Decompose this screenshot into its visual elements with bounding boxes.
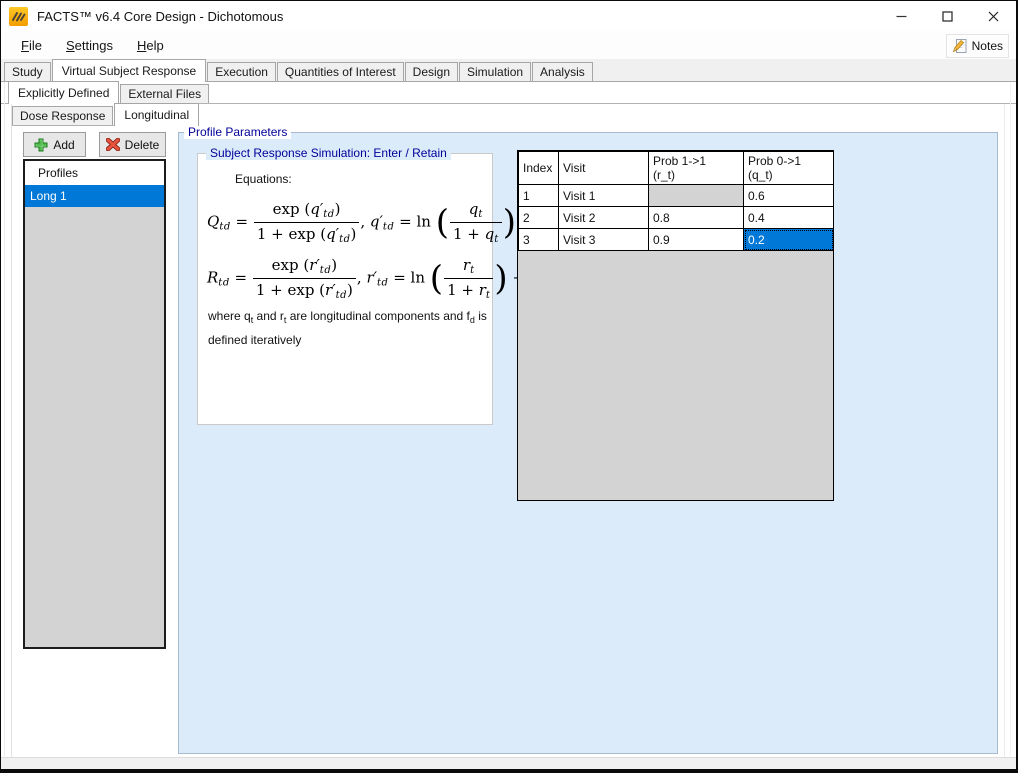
- vsr-tab-strip: Explicitly Defined External Files: [1, 82, 1016, 104]
- close-button[interactable]: [970, 1, 1016, 31]
- tab-external-files[interactable]: External Files: [120, 84, 209, 103]
- col-header-prob-1-1: Prob 1->1(r_t): [649, 152, 744, 185]
- delete-button-label: Delete: [125, 138, 160, 152]
- profiles-list-header: Profiles: [25, 161, 164, 185]
- profiles-listbox: Profiles Long 1: [23, 159, 166, 649]
- notes-icon: [952, 38, 968, 54]
- cell-index-1[interactable]: 1: [519, 185, 559, 207]
- cell-prob-r-2[interactable]: 0.8: [649, 207, 744, 229]
- cell-prob-q-3-selected[interactable]: 0.2: [744, 229, 834, 251]
- tab-virtual-subject-response[interactable]: Virtual Subject Response: [52, 59, 207, 82]
- cell-visit-2[interactable]: Visit 2: [559, 207, 649, 229]
- equations-heading: Equations:: [235, 172, 292, 186]
- simulation-box-label: Subject Response Simulation: Enter / Ret…: [206, 146, 451, 160]
- notes-button[interactable]: Notes: [946, 34, 1009, 58]
- grid-row-3: 3 Visit 3 0.9 0.2: [519, 229, 834, 251]
- cell-index-2[interactable]: 2: [519, 207, 559, 229]
- grid-row-1: 1 Visit 1 0.6: [519, 185, 834, 207]
- col-header-index: Index: [519, 152, 559, 185]
- cell-prob-q-1[interactable]: 0.6: [744, 185, 834, 207]
- tab-quantities-of-interest[interactable]: Quantities of Interest: [277, 62, 404, 81]
- page-border-right-outer: [1010, 82, 1011, 758]
- menu-bar: File Settings Help Notes: [1, 31, 1016, 59]
- tab-explicitly-defined[interactable]: Explicitly Defined: [8, 81, 119, 104]
- cell-prob-r-3[interactable]: 0.9: [649, 229, 744, 251]
- col-header-prob-0-1: Prob 0->1(q_t): [744, 152, 834, 185]
- window-title: FACTS™ v6.4 Core Design - Dichotomous: [37, 9, 283, 24]
- app-logo-icon: [9, 7, 28, 26]
- tab-simulation[interactable]: Simulation: [459, 62, 531, 81]
- title-bar: FACTS™ v6.4 Core Design - Dichotomous: [1, 1, 1016, 31]
- menu-file[interactable]: File: [15, 35, 48, 56]
- page-border-left-outer: [4, 82, 5, 758]
- page-border-right-inner: [1004, 104, 1005, 758]
- subject-response-simulation-box: Subject Response Simulation: Enter / Ret…: [197, 153, 493, 425]
- cell-visit-1[interactable]: Visit 1: [559, 185, 649, 207]
- add-profile-button[interactable]: Add: [23, 132, 86, 157]
- equations-footnote: where qt and rt are longitudinal compone…: [208, 306, 496, 350]
- add-plus-icon: [34, 138, 48, 152]
- notes-label: Notes: [972, 39, 1003, 53]
- profile-parameters-groupbox: Profile Parameters Subject Response Simu…: [178, 132, 998, 754]
- app-window: FACTS™ v6.4 Core Design - Dichotomous Fi…: [0, 0, 1018, 773]
- close-icon: [988, 11, 999, 22]
- explicitly-defined-tab-strip: Dose Response Longitudinal: [12, 104, 199, 126]
- equation-q: Qtd = exp (q′td)1 + exp (q′td), q′td = l…: [207, 200, 551, 245]
- tab-longitudinal[interactable]: Longitudinal: [114, 103, 199, 126]
- delete-profile-button[interactable]: Delete: [99, 132, 166, 157]
- profile-list-item-long-1[interactable]: Long 1: [25, 185, 164, 207]
- minimize-icon: [896, 11, 907, 22]
- status-strip: [1, 757, 1016, 770]
- col-header-visit: Visit: [559, 152, 649, 185]
- cell-index-3[interactable]: 3: [519, 229, 559, 251]
- cell-visit-3[interactable]: Visit 3: [559, 229, 649, 251]
- menu-help[interactable]: Help: [131, 35, 170, 56]
- maximize-button[interactable]: [924, 1, 970, 31]
- visit-probability-table: Index Visit Prob 1->1(r_t) Prob 0->1(q_t…: [518, 151, 834, 251]
- visit-probability-grid: Index Visit Prob 1->1(r_t) Prob 0->1(q_t…: [517, 150, 834, 501]
- cell-prob-q-2[interactable]: 0.4: [744, 207, 834, 229]
- minimize-button[interactable]: [878, 1, 924, 31]
- tab-design[interactable]: Design: [405, 62, 458, 81]
- page-border-left-inner: [11, 104, 12, 758]
- delete-x-icon: [106, 138, 120, 151]
- grid-row-2: 2 Visit 2 0.8 0.4: [519, 207, 834, 229]
- grid-header-row: Index Visit Prob 1->1(r_t) Prob 0->1(q_t…: [519, 152, 834, 185]
- tab-dose-response[interactable]: Dose Response: [12, 106, 113, 125]
- tab-analysis[interactable]: Analysis: [532, 62, 593, 81]
- main-tab-strip: Study Virtual Subject Response Execution…: [1, 59, 1016, 82]
- tab-execution[interactable]: Execution: [207, 62, 276, 81]
- cell-prob-r-1-disabled: [649, 185, 744, 207]
- menu-settings[interactable]: Settings: [60, 35, 119, 56]
- profile-parameters-label: Profile Parameters: [184, 125, 291, 139]
- equation-r: Rtd = exp (r′td)1 + exp (r′td), r′td = l…: [207, 256, 542, 301]
- maximize-icon: [942, 11, 953, 22]
- add-button-label: Add: [53, 138, 74, 152]
- tab-study[interactable]: Study: [4, 62, 51, 81]
